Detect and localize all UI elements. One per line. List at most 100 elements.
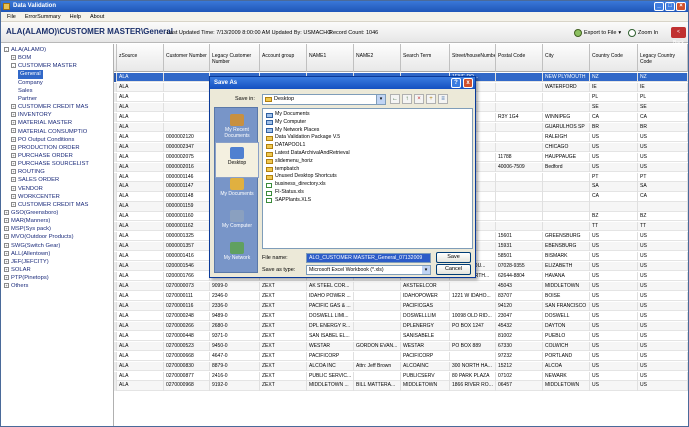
table-row[interactable]: 22ALA02700000739099-0ZEXTAK STEEL COR...… (114, 281, 688, 292)
tree-node[interactable]: + CUSTOMER CREDIT MAS (11, 201, 88, 209)
table-row[interactable]: 31ALA02700008772416-0ZEXTPUBLIC SERVIC..… (114, 371, 688, 381)
table-row[interactable]: 32ALA02700009689192-0ZEXTMIDDLETOWN ...B… (114, 381, 688, 391)
save-as-type-select[interactable]: Microsoft Excel Workbook (*.xls) ▾ (306, 265, 431, 275)
tree-node[interactable]: + MVO(Outdoor Products) (4, 233, 74, 241)
place-my-recent-documents[interactable]: My Recent Documents (215, 110, 259, 146)
column-header[interactable]: Search Term (401, 44, 450, 72)
table-row[interactable]: 30ALA02700008308879-0ZEXTALCOA INCAttn: … (114, 361, 688, 371)
expand-icon[interactable]: + (11, 55, 16, 61)
expand-icon[interactable]: + (4, 234, 9, 240)
expand-icon[interactable]: + (4, 209, 9, 215)
file-list-item[interactable]: slidemenu_horiz (266, 158, 313, 166)
help-button[interactable]: ? (451, 78, 461, 88)
expand-icon[interactable]: + (4, 226, 9, 232)
up-folder-icon[interactable]: ↑ (402, 94, 412, 104)
collapse-icon[interactable]: - (11, 63, 16, 69)
tree-node[interactable]: Company (18, 79, 43, 87)
tree-node[interactable]: + SWG(Switch Gear) (4, 242, 60, 250)
tree-node[interactable]: + VENDOR (11, 185, 43, 193)
expand-icon[interactable]: + (4, 258, 9, 264)
expand-icon[interactable]: + (11, 161, 16, 167)
menu-errorsummary[interactable]: ErrorSummary (25, 12, 61, 21)
file-list-item[interactable]: Data Validation Package V.5 (266, 134, 340, 142)
expand-icon[interactable]: + (11, 169, 16, 175)
table-row[interactable]: 23ALA02700001112346-0ZEXTIDAHO POWER ...… (114, 291, 688, 302)
expand-icon[interactable]: + (11, 136, 16, 142)
save-button[interactable]: Save (436, 252, 471, 263)
tree-node[interactable]: + GSO(Greensboro) (4, 209, 58, 217)
expand-icon[interactable]: + (4, 267, 9, 273)
expand-icon[interactable]: + (4, 283, 9, 289)
expand-icon[interactable]: + (11, 185, 16, 191)
back-button[interactable]: < Back (671, 27, 686, 46)
views-menu-icon[interactable]: ≡ (438, 94, 448, 104)
tree-node[interactable]: General (18, 70, 43, 79)
file-list-item[interactable]: FI-Status.xls (266, 189, 304, 197)
save-in-select[interactable]: Desktop ▾ (262, 94, 386, 105)
table-row[interactable]: 26ALA02700002662680-0ZEXTDPL ENERGY R...… (114, 321, 688, 331)
file-list-item[interactable]: tempbatch (266, 166, 299, 174)
column-header[interactable]: Account group (260, 44, 307, 72)
tree-node[interactable]: + Others (4, 282, 28, 290)
expand-icon[interactable]: + (4, 242, 9, 248)
file-list-item[interactable]: Latest DataArchivalAndRetrieval (266, 150, 350, 158)
expand-icon[interactable]: + (11, 128, 16, 134)
tree-node[interactable]: - ALA(ALAMO) (4, 46, 46, 54)
column-header[interactable]: NAME2 (354, 44, 401, 72)
close-button[interactable]: × (676, 2, 686, 11)
file-name-input[interactable]: ALO_CUSTOMER MASTER_General_07132009 (306, 253, 431, 263)
table-row[interactable]: 24ALA02700001162336-0ZEXTPACIFIC GAS & .… (114, 301, 688, 312)
column-header[interactable]: City (543, 44, 590, 72)
column-header[interactable]: Customer Number (164, 44, 210, 72)
place-my-documents[interactable]: My Documents (215, 174, 259, 210)
table-row[interactable]: 25ALA02700002489489-0ZEXTDOSWELL LIMI...… (114, 311, 688, 321)
expand-icon[interactable]: + (11, 144, 16, 150)
file-list-item[interactable]: DATAPOOL1 (266, 142, 305, 150)
place-my-computer[interactable]: My Computer (215, 206, 259, 242)
expand-icon[interactable]: + (11, 152, 16, 158)
table-row[interactable]: 29ALA02700006684647-0ZEXTPACIFICORPPACIF… (114, 351, 688, 361)
file-list-item[interactable]: My Documents (266, 111, 310, 119)
column-header[interactable]: Country Code (590, 44, 638, 72)
minimize-button[interactable]: _ (654, 2, 664, 11)
tree-node[interactable]: + MSP(Sys pack) (4, 225, 51, 233)
expand-icon[interactable]: + (11, 177, 16, 183)
tree-node[interactable]: + CUSTOMER CREDIT MAS (11, 103, 88, 111)
collapse-icon[interactable]: - (4, 46, 9, 52)
expand-icon[interactable]: + (4, 218, 9, 224)
tree-node[interactable]: Partner (18, 95, 37, 103)
expand-icon[interactable]: + (11, 104, 16, 110)
tree-node[interactable]: + MATERIAL MASTER (11, 119, 72, 127)
menu-help[interactable]: Help (70, 12, 81, 21)
menu-about[interactable]: About (90, 12, 104, 21)
tree-node[interactable]: + PURCHASE ORDER (11, 152, 73, 160)
expand-icon[interactable]: + (4, 275, 9, 281)
tree-node[interactable]: + PTP(Pinetops) (4, 274, 49, 282)
expand-icon[interactable]: + (11, 112, 16, 118)
zoom-in-button[interactable]: Zoom In (628, 29, 658, 37)
tree-node[interactable]: + JEF(JEFCITY) (4, 258, 49, 266)
tree-node[interactable]: + MAR(Manners) (4, 217, 50, 225)
expand-icon[interactable]: + (11, 193, 16, 199)
new-folder-icon[interactable]: + (426, 94, 436, 104)
tree-node[interactable]: + ROUTING (11, 168, 45, 176)
place-my-network[interactable]: My Network (215, 238, 259, 274)
table-row[interactable]: 28ALA02700005239450-0ZEXTWESTARGORDON EV… (114, 341, 688, 351)
tree-node[interactable]: + BOM (11, 54, 31, 62)
column-header[interactable]: Legacy Country Code (638, 44, 688, 72)
tree-node[interactable]: + INVENTORY (11, 111, 52, 119)
table-row[interactable]: 27ALA02700004489371-0ZEXTSAN ISABEL EL..… (114, 331, 688, 341)
cancel-button[interactable]: Cancel (436, 264, 471, 275)
expand-icon[interactable]: + (4, 250, 9, 256)
file-list-item[interactable]: Unused Desktop Shortcuts (266, 173, 337, 181)
tree-node[interactable]: - CUSTOMER MASTER (11, 62, 77, 70)
delete-icon[interactable]: × (414, 94, 424, 104)
export-to-file-button[interactable]: Export to File ▾ (574, 29, 621, 37)
file-list-item[interactable]: My Computer (266, 119, 306, 127)
file-list-item[interactable]: My Network Places (266, 127, 319, 135)
dialog-close-button[interactable]: x (463, 78, 473, 88)
column-header[interactable]: Postal Code (496, 44, 543, 72)
menu-file[interactable]: File (7, 12, 16, 21)
tree-node[interactable]: + MATERIAL CONSUMPTIO (11, 128, 87, 136)
file-list-item[interactable]: business_directory.xls (266, 181, 326, 189)
